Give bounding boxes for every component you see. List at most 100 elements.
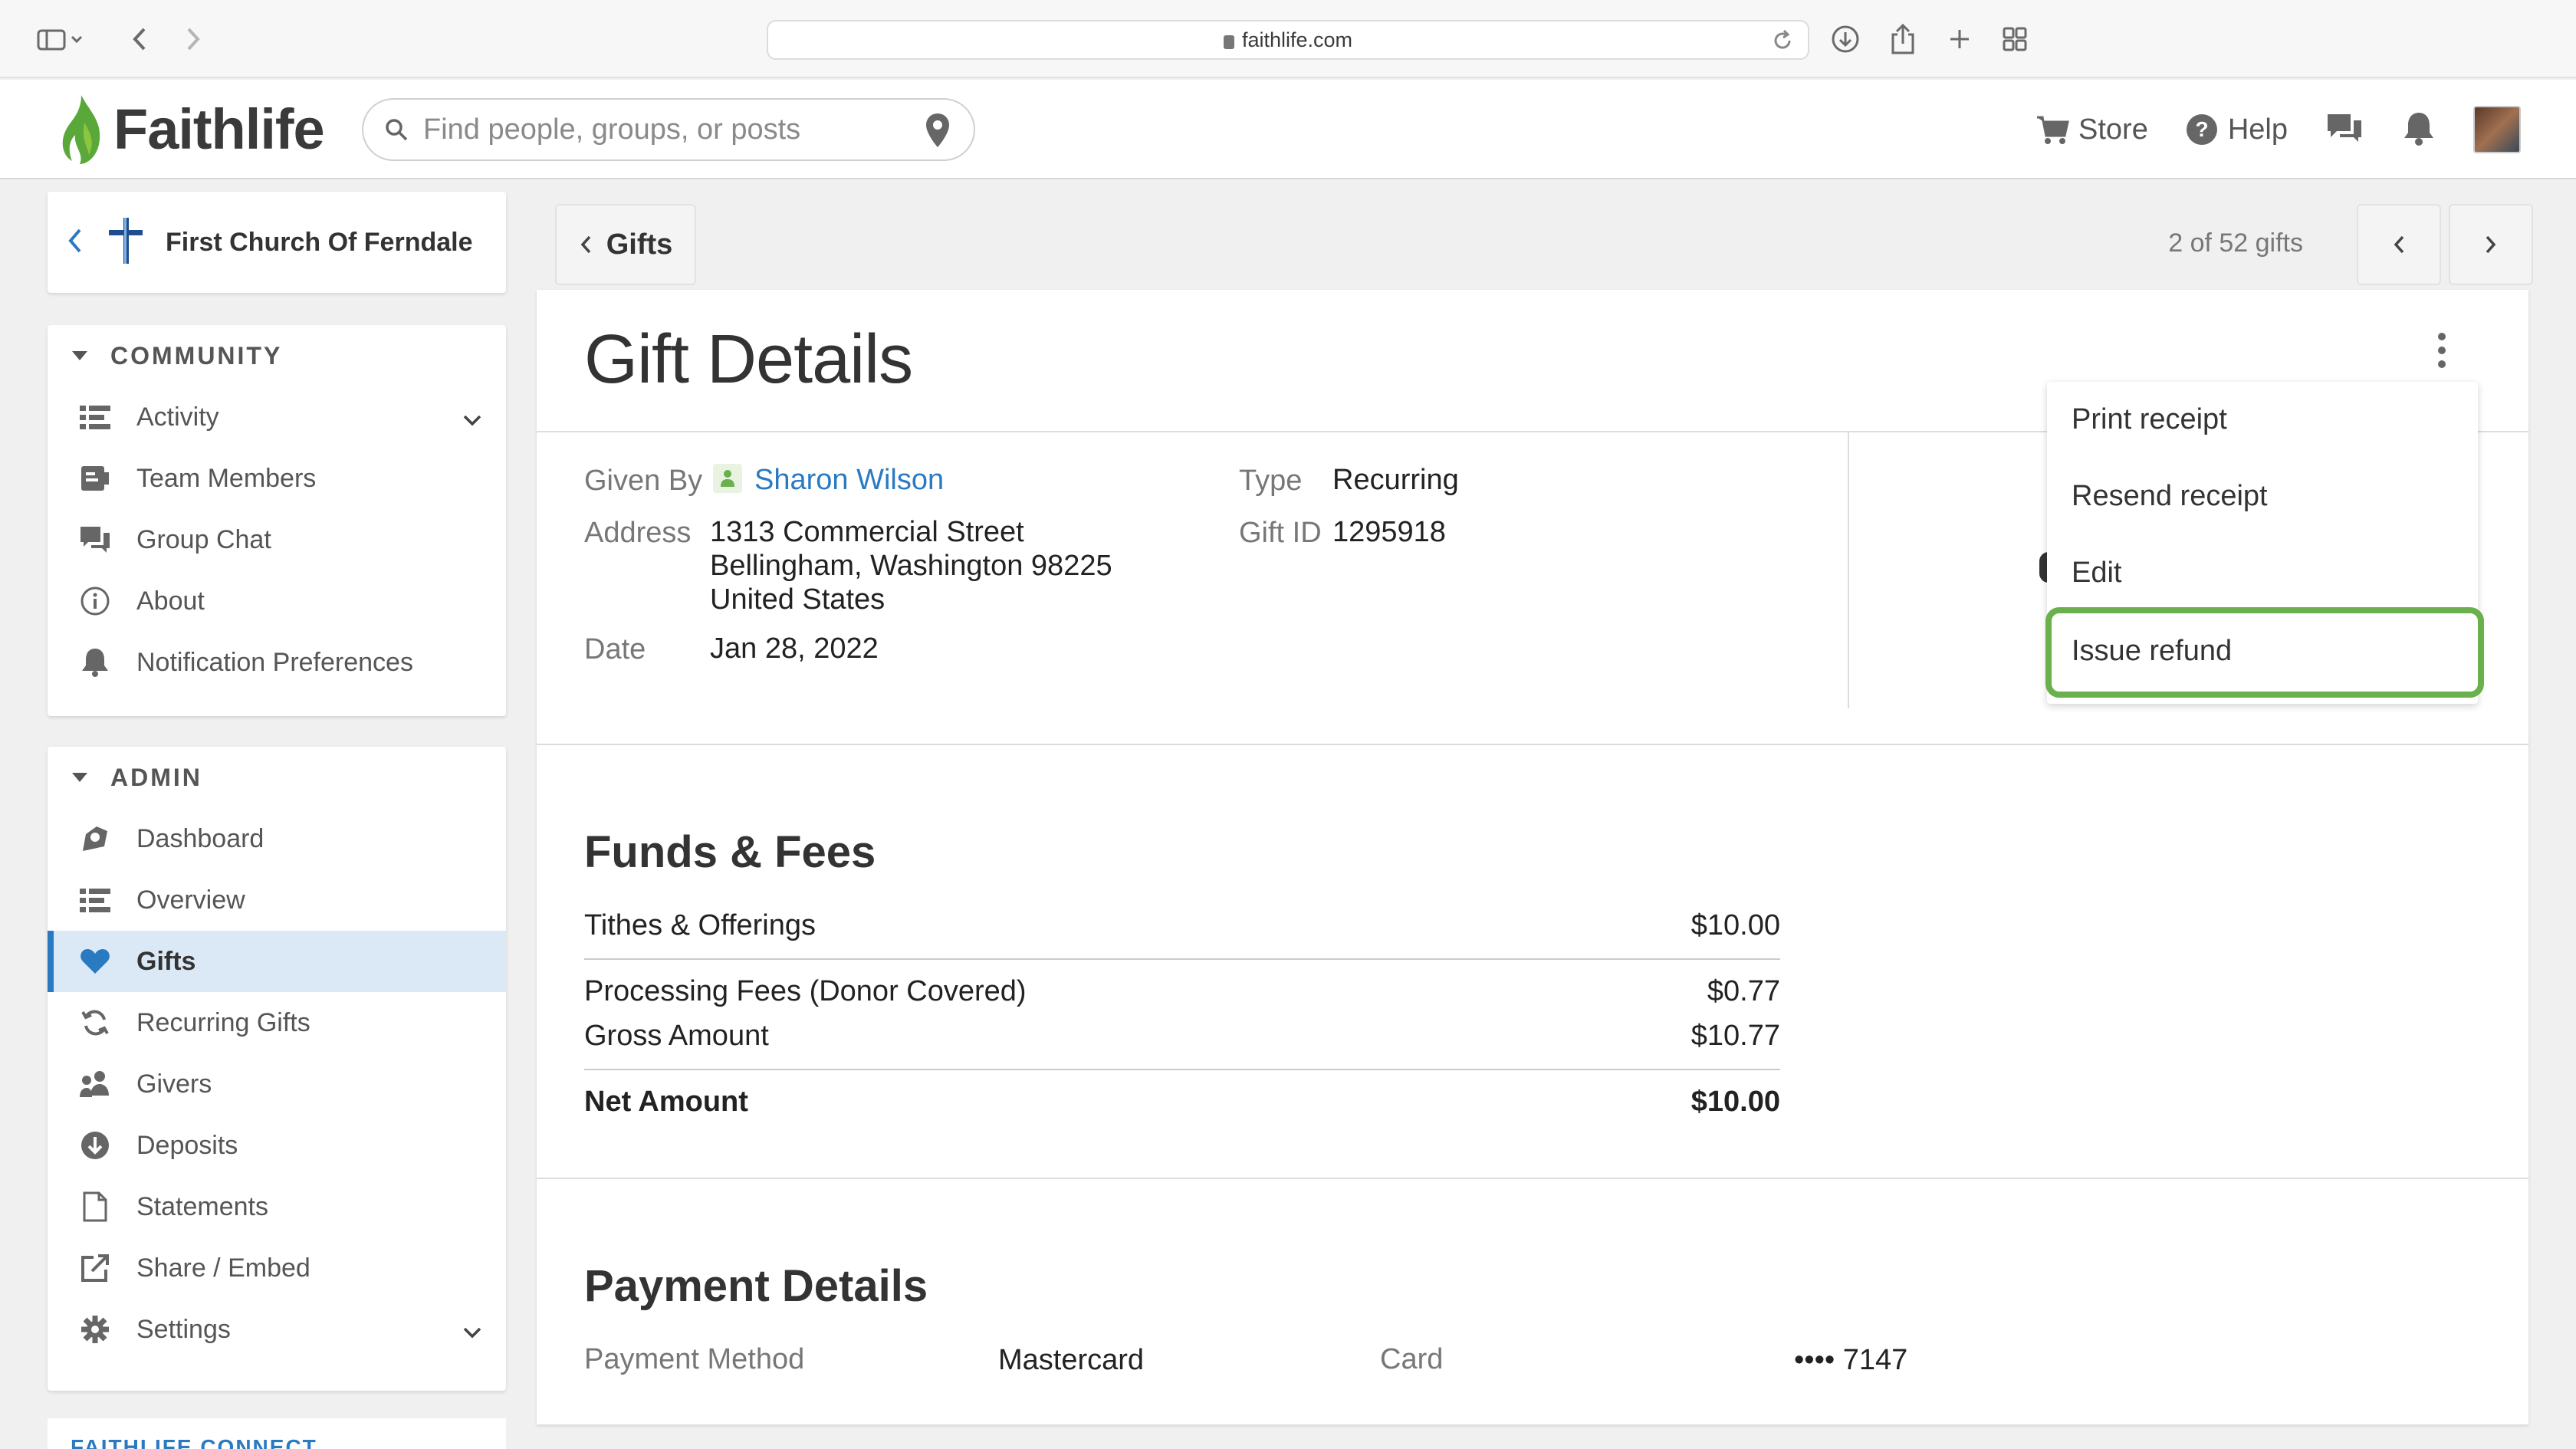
more-options-icon[interactable]: [2438, 333, 2446, 368]
caret-down-icon: [72, 773, 87, 782]
sidebar-item-statements[interactable]: Statements: [48, 1176, 506, 1237]
menu-item-print-receipt[interactable]: Print receipt: [2072, 403, 2227, 436]
admin-nav: ADMIN Dashboard Overview Gifts Recurring…: [48, 747, 506, 1391]
forward-icon[interactable]: [176, 21, 210, 57]
fund-label: Gross Amount: [584, 1020, 769, 1052]
sidebar-item-gifts[interactable]: Gifts: [48, 931, 506, 992]
site-header: Faithlife Store ? Help: [0, 80, 2576, 179]
chat-icon: [77, 521, 113, 558]
sidebar-item-label: Statements: [136, 1191, 268, 1221]
community-heading: COMMUNITY: [110, 341, 283, 370]
cart-icon: [2037, 116, 2069, 144]
chevron-left-icon[interactable]: [66, 225, 84, 260]
search-bar[interactable]: [362, 98, 975, 161]
reload-icon[interactable]: [1771, 29, 1794, 58]
sidebar-toggle-icon[interactable]: [29, 21, 90, 57]
payment-heading: Payment Details: [584, 1261, 928, 1311]
community-nav: COMMUNITY Activity Team Members Group Ch…: [48, 325, 506, 716]
gift-date: Jan 28, 2022: [710, 632, 879, 665]
chevron-left-icon: [2394, 235, 2404, 254]
user-avatar[interactable]: [2473, 106, 2521, 153]
person-icon: [713, 463, 742, 493]
fund-label: Processing Fees (Donor Covered): [584, 975, 1027, 1007]
id-card-icon: [77, 460, 113, 497]
chevron-down-icon[interactable]: [462, 405, 483, 435]
sidebar-item-settings[interactable]: Settings: [48, 1299, 506, 1360]
next-gift-button[interactable]: [2449, 204, 2533, 285]
people-icon: [77, 1066, 113, 1102]
address-line3: United States: [710, 583, 886, 616]
fund-value: $0.77: [1707, 975, 1780, 1007]
payment-method-label: Payment Method: [584, 1343, 805, 1375]
cross-icon: [106, 216, 146, 269]
sidebar-item-recurring-gifts[interactable]: Recurring Gifts: [48, 992, 506, 1053]
sidebar-item-group-chat[interactable]: Group Chat: [48, 509, 506, 570]
given-by-label: Given By: [584, 465, 703, 497]
fund-label: Tithes & Offerings: [584, 909, 816, 941]
back-to-gifts-button[interactable]: Gifts: [555, 204, 696, 285]
bell-icon: [77, 644, 113, 681]
share-icon: [77, 1250, 113, 1286]
previous-gift-button[interactable]: [2357, 204, 2441, 285]
sidebar-item-about[interactable]: About: [48, 570, 506, 632]
chevron-down-icon[interactable]: [462, 1317, 483, 1347]
sidebar-item-deposits[interactable]: Deposits: [48, 1115, 506, 1176]
list-icon: [77, 399, 113, 435]
sidebar-item-label: Deposits: [136, 1130, 238, 1160]
location-pin-icon[interactable]: [925, 112, 951, 153]
faithlife-logo[interactable]: Faithlife: [58, 90, 325, 167]
sidebar-item-team-members[interactable]: Team Members: [48, 448, 506, 509]
share-browser-icon[interactable]: [1886, 21, 1920, 57]
type-label: Type: [1239, 465, 1303, 497]
download-icon[interactable]: [1829, 21, 1862, 57]
url-text: faithlife.com: [1241, 28, 1353, 51]
help-icon: ?: [2186, 114, 2217, 145]
gear-icon: [77, 1311, 113, 1348]
browser-toolbar: faithlife.com: [0, 0, 2576, 78]
fund-row-tithes: Tithes & Offerings $10.00: [584, 909, 1780, 942]
flame-icon: [62, 95, 100, 164]
funds-heading: Funds & Fees: [584, 827, 876, 877]
sidebar-item-dashboard[interactable]: Dashboard: [48, 808, 506, 869]
sidebar-item-label: Givers: [136, 1069, 212, 1099]
sidebar-item-notification-preferences[interactable]: Notification Preferences: [48, 632, 506, 693]
sidebar-item-label: About: [136, 586, 205, 616]
recurring-icon: [77, 1004, 113, 1041]
store-link[interactable]: Store: [2036, 113, 2148, 146]
menu-item-resend-receipt[interactable]: Resend receipt: [2072, 480, 2268, 513]
gift-type: Recurring: [1332, 464, 1459, 496]
faithlife-connect-heading[interactable]: FAITHLIFE CONNECT: [48, 1418, 506, 1449]
tab-overview-icon[interactable]: [1998, 21, 2032, 57]
help-link[interactable]: ? Help: [2185, 113, 2288, 146]
back-icon[interactable]: [123, 21, 156, 57]
search-icon: [386, 119, 408, 141]
help-label: Help: [2227, 113, 2288, 146]
fund-row-net-amount: Net Amount $10.00: [584, 1086, 1780, 1119]
admin-heading: ADMIN: [110, 763, 202, 791]
admin-section-toggle[interactable]: ADMIN: [48, 747, 506, 808]
sidebar-item-givers[interactable]: Givers: [48, 1053, 506, 1115]
store-label: Store: [2078, 113, 2148, 146]
menu-item-edit[interactable]: Edit: [2072, 557, 2121, 590]
notifications-bell-icon[interactable]: [2401, 110, 2436, 150]
list-icon: [77, 882, 113, 918]
search-input[interactable]: [423, 113, 899, 146]
chevron-right-icon: [2486, 235, 2496, 254]
fund-value: $10.77: [1691, 1020, 1780, 1052]
messages-icon[interactable]: [2325, 111, 2364, 149]
new-tab-icon[interactable]: [1943, 21, 1976, 57]
giver-name-link[interactable]: Sharon Wilson: [754, 464, 944, 496]
sidebar-item-label: Group Chat: [136, 524, 271, 554]
church-card[interactable]: First Church Of Ferndale: [48, 192, 506, 293]
church-name: First Church Of Ferndale: [166, 227, 473, 257]
url-bar[interactable]: faithlife.com: [767, 20, 1809, 60]
address-line2: Bellingham, Washington 98225: [710, 550, 1112, 582]
svg-text:?: ?: [2195, 117, 2208, 141]
card-label: Card: [1380, 1343, 1444, 1375]
fund-label: Net Amount: [584, 1086, 748, 1118]
download-circle-icon: [77, 1127, 113, 1164]
sidebar-item-activity[interactable]: Activity: [48, 386, 506, 448]
community-section-toggle[interactable]: COMMUNITY: [48, 325, 506, 386]
sidebar-item-overview[interactable]: Overview: [48, 869, 506, 931]
sidebar-item-share-embed[interactable]: Share / Embed: [48, 1237, 506, 1299]
